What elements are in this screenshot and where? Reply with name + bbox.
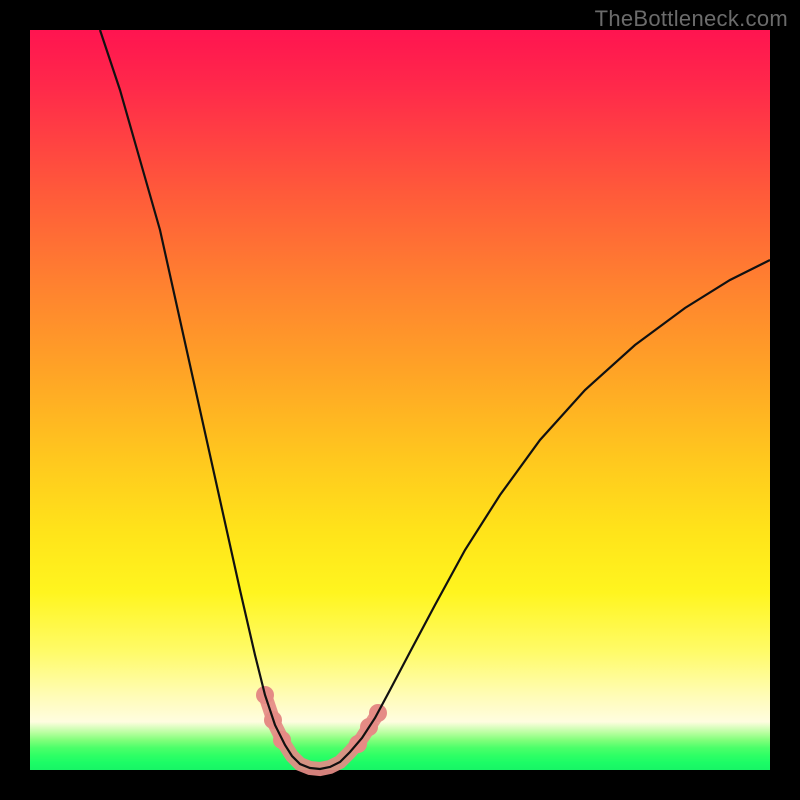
bottleneck-curve <box>100 30 770 769</box>
plot-area <box>30 30 770 770</box>
watermark-text: TheBottleneck.com <box>595 6 788 32</box>
chart-svg <box>30 30 770 770</box>
chart-frame: TheBottleneck.com <box>0 0 800 800</box>
tolerance-dots <box>256 686 387 753</box>
